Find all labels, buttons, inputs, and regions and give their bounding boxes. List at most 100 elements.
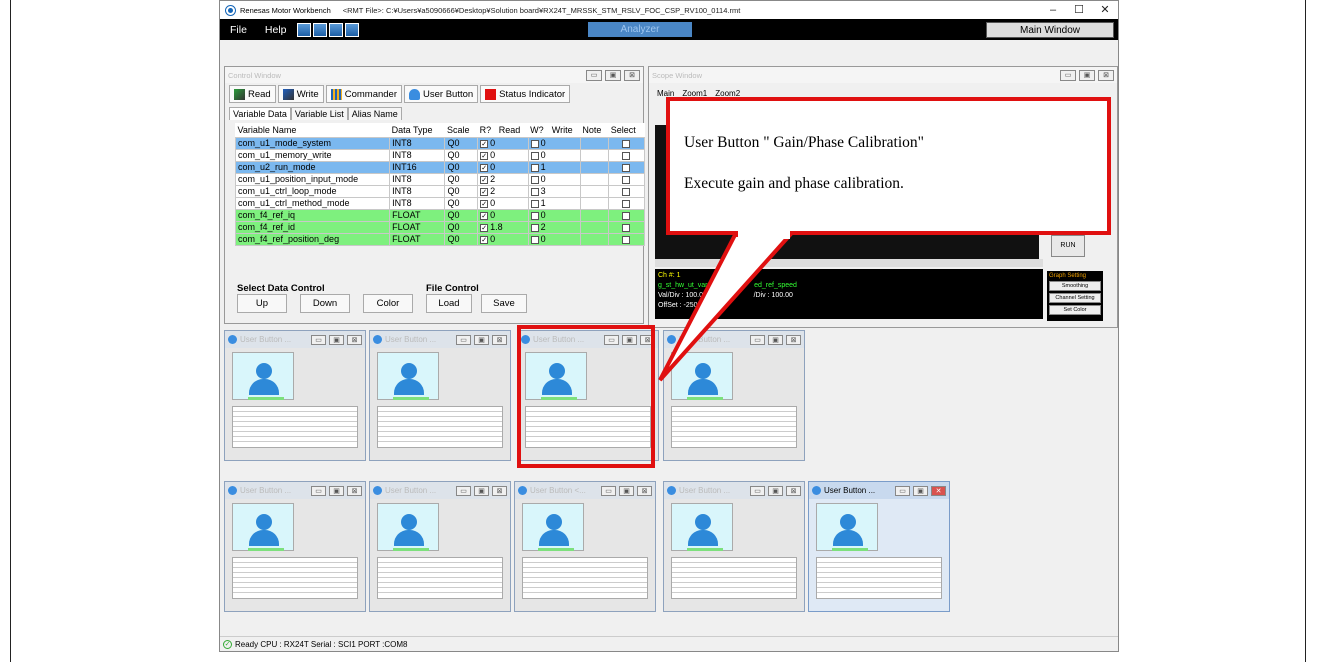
user-button-image[interactable]: [377, 503, 439, 551]
commander-button[interactable]: Commander: [325, 85, 402, 103]
select-checkbox[interactable]: [621, 223, 630, 232]
write-checkbox[interactable]: [530, 235, 539, 244]
minimize-icon[interactable]: ▭: [311, 334, 326, 345]
minimize-icon[interactable]: ▭: [895, 485, 910, 496]
write-checkbox[interactable]: [530, 223, 539, 232]
select-checkbox[interactable]: [621, 151, 630, 160]
user-button-window[interactable]: User Button ... ▭ ▣ ⊠: [369, 330, 511, 461]
write-checkbox[interactable]: [530, 199, 539, 208]
read-checkbox[interactable]: ✓: [480, 223, 489, 232]
color-button[interactable]: Color: [363, 294, 413, 313]
scope-scrollbar[interactable]: [655, 259, 1043, 267]
user-button-image[interactable]: [232, 503, 294, 551]
tab-variable-data[interactable]: Variable Data: [229, 107, 291, 120]
user-button-image[interactable]: [671, 352, 733, 400]
column-header[interactable]: Variable Name: [235, 123, 390, 137]
user-button-window[interactable]: User Button ... ▭ ▣ ⊠: [663, 481, 805, 612]
restore-icon[interactable]: ▣: [768, 485, 783, 496]
read-checkbox[interactable]: ✓: [480, 175, 489, 184]
analyzer-button[interactable]: Analyzer: [588, 22, 692, 37]
user-button-tool[interactable]: User Button: [404, 85, 479, 103]
minimize-icon[interactable]: ▭: [586, 69, 602, 81]
select-checkbox[interactable]: [621, 187, 630, 196]
layout-icon-3[interactable]: [328, 22, 343, 37]
smoothing-button[interactable]: Smoothing: [1049, 281, 1101, 291]
user-button-image[interactable]: [816, 503, 878, 551]
table-row[interactable]: com_f4_ref_id FLOAT Q0 ✓ 1.8 2: [234, 220, 645, 234]
close-icon[interactable]: ⊠: [786, 485, 801, 496]
layout-icon-4[interactable]: [344, 22, 359, 37]
layout-icon-1[interactable]: [296, 22, 311, 37]
write-checkbox[interactable]: [530, 163, 539, 172]
minimize-icon[interactable]: ▭: [601, 485, 616, 496]
tab-alias-name[interactable]: Alias Name: [347, 107, 402, 120]
minimize-button[interactable]: –: [1040, 1, 1066, 19]
user-button-image[interactable]: [232, 352, 294, 400]
write-checkbox[interactable]: [530, 139, 539, 148]
close-icon[interactable]: ⊠: [637, 485, 652, 496]
select-checkbox[interactable]: [621, 211, 630, 220]
maximize-button[interactable]: ☐: [1066, 1, 1092, 19]
read-checkbox[interactable]: ✓: [480, 139, 489, 148]
restore-icon[interactable]: ▣: [768, 334, 783, 345]
table-row[interactable]: com_f4_ref_position_deg FLOAT Q0 ✓ 0 0: [234, 232, 645, 246]
close-icon[interactable]: ⊠: [347, 485, 362, 496]
read-checkbox[interactable]: ✓: [480, 187, 489, 196]
menu-help[interactable]: Help: [265, 24, 287, 36]
menu-file[interactable]: File: [230, 24, 247, 36]
write-checkbox[interactable]: [530, 151, 539, 160]
minimize-icon[interactable]: ▭: [750, 485, 765, 496]
select-checkbox[interactable]: [621, 199, 630, 208]
restore-icon[interactable]: ▣: [1079, 69, 1095, 81]
table-row[interactable]: com_u1_ctrl_loop_mode INT8 Q0 ✓ 2 3: [234, 184, 645, 198]
column-header[interactable]: Scale: [444, 123, 478, 137]
close-icon[interactable]: ⊠: [1098, 69, 1114, 81]
minimize-icon[interactable]: ▭: [1060, 69, 1076, 81]
close-icon[interactable]: ✕: [931, 485, 946, 496]
close-icon[interactable]: ⊠: [492, 334, 507, 345]
user-button-window[interactable]: User Button ... ▭ ▣ ⊠: [224, 330, 366, 461]
read-checkbox[interactable]: ✓: [480, 151, 489, 160]
select-checkbox[interactable]: [621, 175, 630, 184]
column-header[interactable]: Data Type: [389, 123, 445, 137]
user-button-image[interactable]: [377, 352, 439, 400]
column-header[interactable]: Select: [608, 123, 645, 137]
read-checkbox[interactable]: ✓: [480, 163, 489, 172]
set-color-button[interactable]: Set Color: [1049, 305, 1101, 315]
close-icon[interactable]: ⊠: [347, 334, 362, 345]
column-header[interactable]: R?: [477, 123, 497, 137]
restore-icon[interactable]: ▣: [619, 485, 634, 496]
minimize-icon[interactable]: ▭: [456, 334, 471, 345]
user-button-window[interactable]: User Button <... ▭ ▣ ⊠: [514, 481, 656, 612]
write-button[interactable]: Write: [277, 85, 324, 103]
close-button[interactable]: ✕: [1092, 1, 1118, 19]
minimize-icon[interactable]: ▭: [311, 485, 326, 496]
write-checkbox[interactable]: [530, 175, 539, 184]
status-indicator-button[interactable]: Status Indicator: [480, 85, 571, 103]
column-header[interactable]: Write: [549, 123, 581, 137]
select-checkbox[interactable]: [621, 163, 630, 172]
restore-icon[interactable]: ▣: [329, 334, 344, 345]
table-row[interactable]: com_u1_mode_system INT8 Q0 ✓ 0 0: [234, 136, 645, 150]
read-checkbox[interactable]: ✓: [480, 211, 489, 220]
tab-variable-list[interactable]: Variable List: [290, 107, 348, 120]
table-row[interactable]: com_u1_memory_write INT8 Q0 ✓ 0 0: [234, 148, 645, 162]
user-button-image[interactable]: [671, 503, 733, 551]
write-checkbox[interactable]: [530, 187, 539, 196]
restore-icon[interactable]: ▣: [474, 485, 489, 496]
channel-setting-button[interactable]: Channel Setting: [1049, 293, 1101, 303]
user-button-window[interactable]: User Button ... ▭ ▣ ⊠: [663, 330, 805, 461]
save-button[interactable]: Save: [481, 294, 527, 313]
close-icon[interactable]: ⊠: [492, 485, 507, 496]
minimize-icon[interactable]: ▭: [750, 334, 765, 345]
write-checkbox[interactable]: [530, 211, 539, 220]
column-header[interactable]: W?: [528, 123, 550, 137]
table-row[interactable]: com_u2_run_mode INT16 Q0 ✓ 0 1: [234, 160, 645, 174]
up-button[interactable]: Up: [237, 294, 287, 313]
layout-icon-2[interactable]: [312, 22, 327, 37]
table-row[interactable]: com_u1_position_input_mode INT8 Q0 ✓ 2 0: [234, 172, 645, 186]
load-button[interactable]: Load: [426, 294, 472, 313]
close-icon[interactable]: ⊠: [624, 69, 640, 81]
close-icon[interactable]: ⊠: [786, 334, 801, 345]
table-row[interactable]: com_u1_ctrl_method_mode INT8 Q0 ✓ 0 1: [234, 196, 645, 210]
